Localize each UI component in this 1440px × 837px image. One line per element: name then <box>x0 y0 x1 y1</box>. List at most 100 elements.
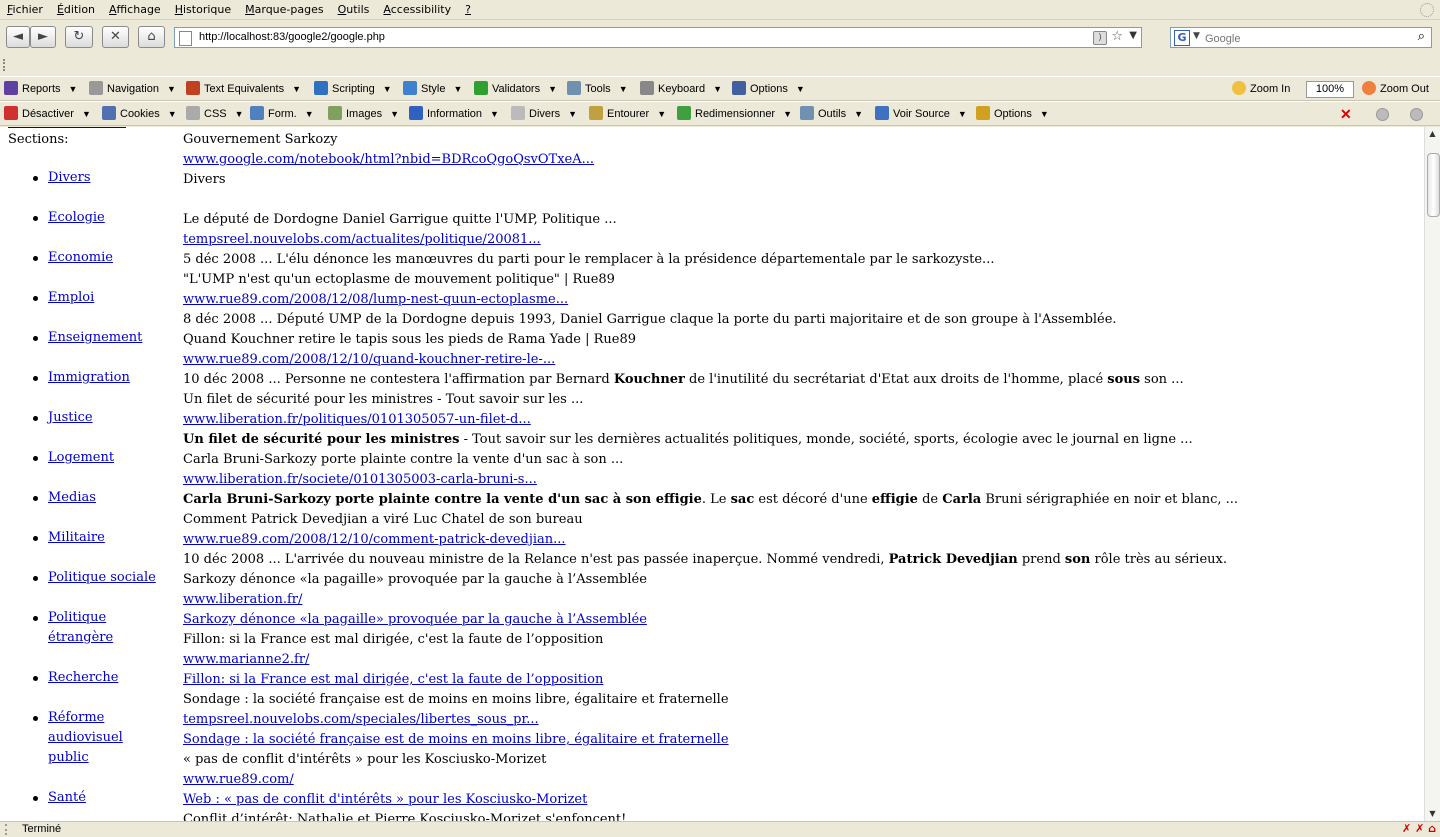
section-link[interactable]: Ecologie <box>48 210 105 225</box>
result-link[interactable]: www.google.com/notebook/html?nbid=BDRcoQ… <box>183 152 594 167</box>
section-link[interactable]: Divers <box>48 170 91 185</box>
toolbar-menu-tools[interactable]: Tools ▼ <box>567 81 628 97</box>
result-text: Gouvernement Sarkozy <box>183 132 338 147</box>
zoom-value-field[interactable]: 100% <box>1306 81 1354 98</box>
section-link[interactable]: Enseignement <box>48 330 142 345</box>
back-button[interactable]: ◄ <box>6 26 30 48</box>
search-engine-icon[interactable]: G <box>1174 30 1190 46</box>
vertical-scrollbar[interactable]: ▲ ▼ <box>1424 127 1440 821</box>
section-link[interactable]: Militaire <box>48 530 105 545</box>
toolbar-menu-css[interactable]: CSS ▼ <box>186 106 244 122</box>
result-link[interactable]: www.rue89.com/ <box>183 772 294 787</box>
result-link[interactable]: www.liberation.fr/ <box>183 592 302 607</box>
toolbar-menu-validators[interactable]: Validators ▼ <box>474 81 557 97</box>
toolbar-menu-cookies[interactable]: Cookies ▼ <box>102 106 177 122</box>
toolbar-menu-icon <box>328 106 342 120</box>
menu-item[interactable]: ? <box>458 0 478 16</box>
toolbar-menu-information[interactable]: Information ▼ <box>409 106 499 122</box>
bookmark-star-icon[interactable]: ☆ <box>1111 29 1123 44</box>
menu-item[interactable]: Historique <box>168 0 238 16</box>
result-link[interactable]: www.rue89.com/2008/12/10/comment-patrick… <box>183 532 566 547</box>
url-dropdown-icon[interactable]: ▼ <box>1129 30 1137 41</box>
result-line: « pas de conflit d'intérêts » pour les K… <box>183 750 1413 770</box>
menu-item[interactable]: Accessibility <box>376 0 458 16</box>
menu-item[interactable]: Édition <box>50 0 102 16</box>
section-link[interactable]: Justice <box>48 410 93 425</box>
section-link[interactable]: Réforme audiovisuel public <box>48 710 123 765</box>
toolbar-menu-text-equivalents[interactable]: Text Equivalents ▼ <box>186 81 301 97</box>
toolbar-menu-voir-source[interactable]: Voir Source ▼ <box>875 106 967 122</box>
addon-status-icon[interactable]: ✗ ✗ ⌂ <box>1402 822 1436 835</box>
toolbar-menu-label: Information <box>427 108 483 120</box>
section-link[interactable]: Logement <box>48 450 114 465</box>
result-link[interactable]: www.marianne2.fr/ <box>183 652 309 667</box>
section-link[interactable]: Politique étrangère <box>48 610 113 645</box>
result-link[interactable]: www.liberation.fr/politiques/0101305057-… <box>183 412 531 427</box>
section-item: Logement <box>26 448 166 468</box>
reload-button[interactable]: ↻ <box>65 26 93 48</box>
menu-item-label: ffichage <box>116 3 161 16</box>
home-button[interactable]: ⌂ <box>138 26 165 48</box>
section-link[interactable]: Economie <box>48 250 113 265</box>
result-link[interactable]: Fillon: si la France est mal dirigée, c'… <box>183 672 603 687</box>
result-link[interactable]: www.rue89.com/2008/12/08/lump-nest-quun-… <box>183 292 568 307</box>
result-link[interactable]: Sarkozy dénonce «la pagaille» provoquée … <box>183 612 647 627</box>
dropdown-arrow-icon: ▼ <box>304 109 314 119</box>
section-link[interactable]: Emploi <box>48 290 94 305</box>
scroll-down-icon[interactable]: ▼ <box>1425 807 1440 821</box>
toolbar-menu-scripting[interactable]: Scripting ▼ <box>314 81 392 97</box>
toolbar-menu-form-[interactable]: Form. ▼ <box>250 106 314 122</box>
toolbar-menu-d-sactiver[interactable]: Désactiver ▼ <box>4 106 91 122</box>
result-line: www.rue89.com/2008/12/10/quand-kouchner-… <box>183 350 1413 370</box>
url-bar[interactable]: http://localhost:83/google2/google.php )… <box>174 27 1142 48</box>
magnifier-icon[interactable]: ⌕ <box>1418 29 1425 44</box>
toolbar-menu-entourer[interactable]: Entourer ▼ <box>589 106 666 122</box>
toolbar-menu-options[interactable]: Options ▼ <box>976 106 1049 122</box>
zoom-out-button[interactable]: Zoom Out <box>1362 81 1429 97</box>
section-link[interactable]: Recherche <box>48 670 118 685</box>
section-link[interactable]: Immigration <box>48 370 130 385</box>
scroll-up-icon[interactable]: ▲ <box>1425 127 1440 141</box>
stop-button[interactable]: ✕ <box>102 26 129 48</box>
toolbar-menu-images[interactable]: Images ▼ <box>328 106 399 122</box>
result-text: Sarkozy dénonce «la pagaille» provoquée … <box>183 572 647 587</box>
toolbar-menu-redimensionner[interactable]: Redimensionner ▼ <box>677 106 792 122</box>
dropdown-arrow-icon: ▼ <box>81 109 91 119</box>
result-link[interactable]: www.liberation.fr/societe/0101305003-car… <box>183 472 537 487</box>
url-text[interactable]: http://localhost:83/google2/google.php <box>199 31 385 43</box>
toolbar-menu-navigation[interactable]: Navigation ▼ <box>89 81 176 97</box>
menu-item[interactable]: Marque-pages <box>238 0 330 16</box>
section-item: Medias <box>26 488 166 508</box>
section-link[interactable]: Politique sociale <box>48 570 156 585</box>
toolbar-menu-label: Form. <box>268 108 297 120</box>
menu-item[interactable]: Fichier <box>0 0 50 16</box>
rss-feed-icon[interactable]: ) <box>1093 31 1107 45</box>
section-link[interactable]: Santé <box>48 790 86 805</box>
toolbar-menu-style[interactable]: Style ▼ <box>403 81 462 97</box>
toolbar-menu-reports[interactable]: Reports ▼ <box>4 81 77 97</box>
search-bar[interactable]: G ▼ ⌕ <box>1170 27 1432 48</box>
result-link[interactable]: tempsreel.nouvelobs.com/speciales/libert… <box>183 712 539 727</box>
search-engine-dropdown-icon[interactable]: ▼ <box>1193 31 1200 41</box>
result-link[interactable]: tempsreel.nouvelobs.com/actualites/polit… <box>183 232 541 247</box>
toolbar-menu-divers[interactable]: Divers ▼ <box>511 106 577 122</box>
toolbar-menu-outils[interactable]: Outils ▼ <box>800 106 863 122</box>
close-icon[interactable]: ✕ <box>1340 106 1352 122</box>
status-indicator-icon[interactable] <box>1376 108 1389 121</box>
result-link[interactable]: Sondage : la société française est de mo… <box>183 732 729 747</box>
menu-item[interactable]: Outils <box>331 0 377 16</box>
search-input[interactable] <box>1203 30 1407 47</box>
result-link[interactable]: Web : « pas de conflit d'intérêts » pour… <box>183 792 587 807</box>
dropdown-arrow-icon: ▼ <box>382 84 392 94</box>
zoom-in-button[interactable]: Zoom In <box>1232 81 1290 97</box>
menu-item[interactable]: Affichage <box>102 0 168 16</box>
status-indicator-icon[interactable] <box>1410 108 1423 121</box>
toolbar-menu-options[interactable]: Options ▼ <box>732 81 805 97</box>
result-link[interactable]: www.rue89.com/2008/12/10/quand-kouchner-… <box>183 352 555 367</box>
toolbar-menu-keyboard[interactable]: Keyboard ▼ <box>640 81 722 97</box>
forward-button[interactable]: ► <box>30 26 56 48</box>
result-line: Carla Bruni-Sarkozy porte plainte contre… <box>183 490 1413 510</box>
scrollbar-thumb[interactable] <box>1427 153 1440 217</box>
section-link[interactable]: Medias <box>48 490 96 505</box>
section-item: Réforme audiovisuel public <box>26 708 166 768</box>
